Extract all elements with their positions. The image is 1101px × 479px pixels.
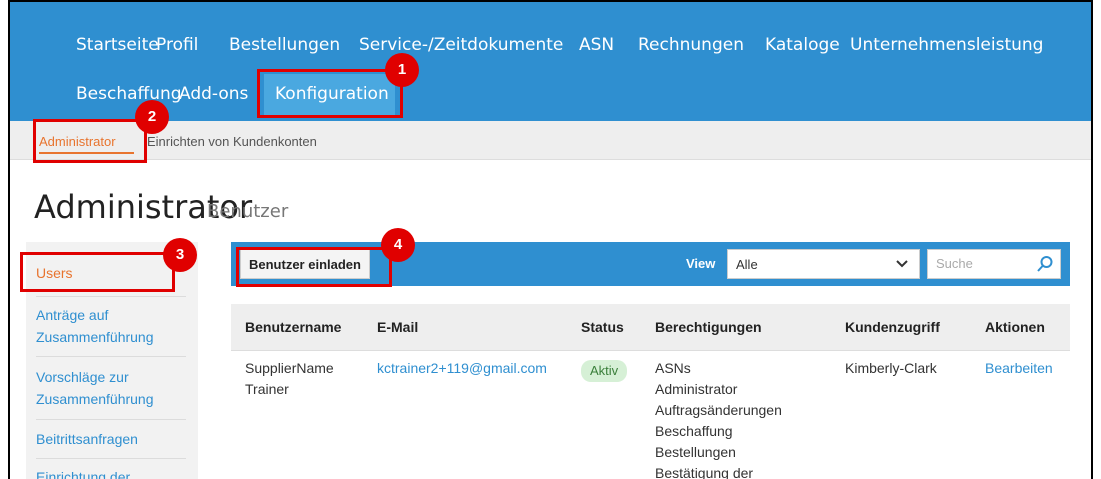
view-select-value: Alle: [736, 257, 758, 272]
annotation-marker-4: 4: [381, 228, 415, 262]
sidebar-item-beitrittsanfragen[interactable]: Beitrittsanfragen: [36, 428, 182, 450]
nav-service-zeitdokumente[interactable]: Service-/Zeitdokumente: [359, 35, 563, 55]
column-header-benutzername: Benutzername: [231, 304, 363, 351]
view-label: View: [686, 256, 716, 271]
subnav-einrichten-kundenkonten[interactable]: Einrichten von Kundenkonten: [147, 134, 317, 149]
search-field[interactable]: [927, 249, 1061, 279]
table-header-row: Benutzername E-Mail Status Berechtigunge…: [231, 304, 1070, 351]
annotation-marker-3: 3: [163, 238, 197, 272]
search-icon[interactable]: [1036, 255, 1054, 273]
annotation-highlight-invite: [236, 247, 392, 287]
top-navigation: Startseite Profil Bestellungen Service-/…: [10, 2, 1091, 121]
search-input[interactable]: [934, 255, 1028, 272]
sidebar-divider: [36, 296, 186, 297]
annotation-highlight-konfiguration: [257, 69, 403, 118]
permission-item: Beschaffung: [655, 423, 733, 439]
sidebar-item-einrichtung[interactable]: Einrichtung der: [36, 466, 182, 479]
table-row: SupplierName Trainer kctrainer2+119@gmai…: [231, 351, 1070, 479]
column-header-kundenzugriff: Kundenzugriff: [831, 304, 971, 351]
cell-customer-access: Kimberly-Clark: [845, 360, 937, 376]
column-header-berechtigungen: Berechtigungen: [641, 304, 831, 351]
column-header-aktionen: Aktionen: [971, 304, 1070, 351]
sidebar-divider: [36, 458, 186, 459]
annotation-highlight-users: [20, 252, 175, 292]
nav-beschaffung[interactable]: Beschaffung: [76, 84, 182, 104]
cell-username: SupplierName Trainer: [245, 360, 334, 397]
cell-permissions: ASNs Administrator Auftragsänderungen Be…: [641, 351, 831, 479]
permission-item: Auftragsänderungen: [655, 402, 782, 418]
chevron-down-icon: [896, 260, 908, 268]
nav-profil[interactable]: Profil: [156, 35, 198, 55]
sidebar-item-vorschlaege-zusammenfuehrung[interactable]: Vorschläge zur Zusammenführung: [36, 366, 182, 410]
permission-item: Bestellungen: [655, 444, 736, 460]
nav-bestellungen[interactable]: Bestellungen: [229, 35, 340, 55]
status-badge: Aktiv: [581, 360, 628, 382]
annotation-marker-1: 1: [385, 53, 419, 87]
permission-item: ASNs: [655, 360, 691, 376]
app-frame: Startseite Profil Bestellungen Service-/…: [8, 0, 1093, 479]
sub-navigation: Administrator Einrichten von Kundenkonte…: [10, 121, 1091, 160]
nav-kataloge[interactable]: Kataloge: [765, 35, 840, 55]
cell-email-link[interactable]: kctrainer2+119@gmail.com: [377, 360, 547, 376]
annotation-marker-2: 2: [135, 100, 169, 134]
users-table: Benutzername E-Mail Status Berechtigunge…: [231, 304, 1070, 479]
permission-item: Administrator: [655, 381, 738, 397]
nav-startseite[interactable]: Startseite: [76, 35, 159, 55]
sidebar-item-antraege-zusammenfuehrung[interactable]: Anträge auf Zusammenführung: [36, 304, 182, 348]
annotation-highlight-administrator: [33, 119, 147, 163]
page-subtitle: Benutzer: [207, 201, 289, 222]
nav-add-ons[interactable]: Add-ons: [179, 84, 248, 104]
nav-unternehmensleistung[interactable]: Unternehmensleistung: [850, 35, 1043, 55]
column-header-status: Status: [567, 304, 641, 351]
sidebar-divider: [36, 356, 186, 357]
view-select[interactable]: Alle: [727, 249, 920, 279]
nav-asn[interactable]: ASN: [579, 35, 614, 55]
column-header-email: E-Mail: [363, 304, 567, 351]
permission-item: Bestätigung der: [655, 465, 754, 479]
nav-rechnungen[interactable]: Rechnungen: [638, 35, 744, 55]
sidebar-divider: [36, 419, 186, 420]
edit-user-link[interactable]: Bearbeiten: [985, 360, 1053, 376]
